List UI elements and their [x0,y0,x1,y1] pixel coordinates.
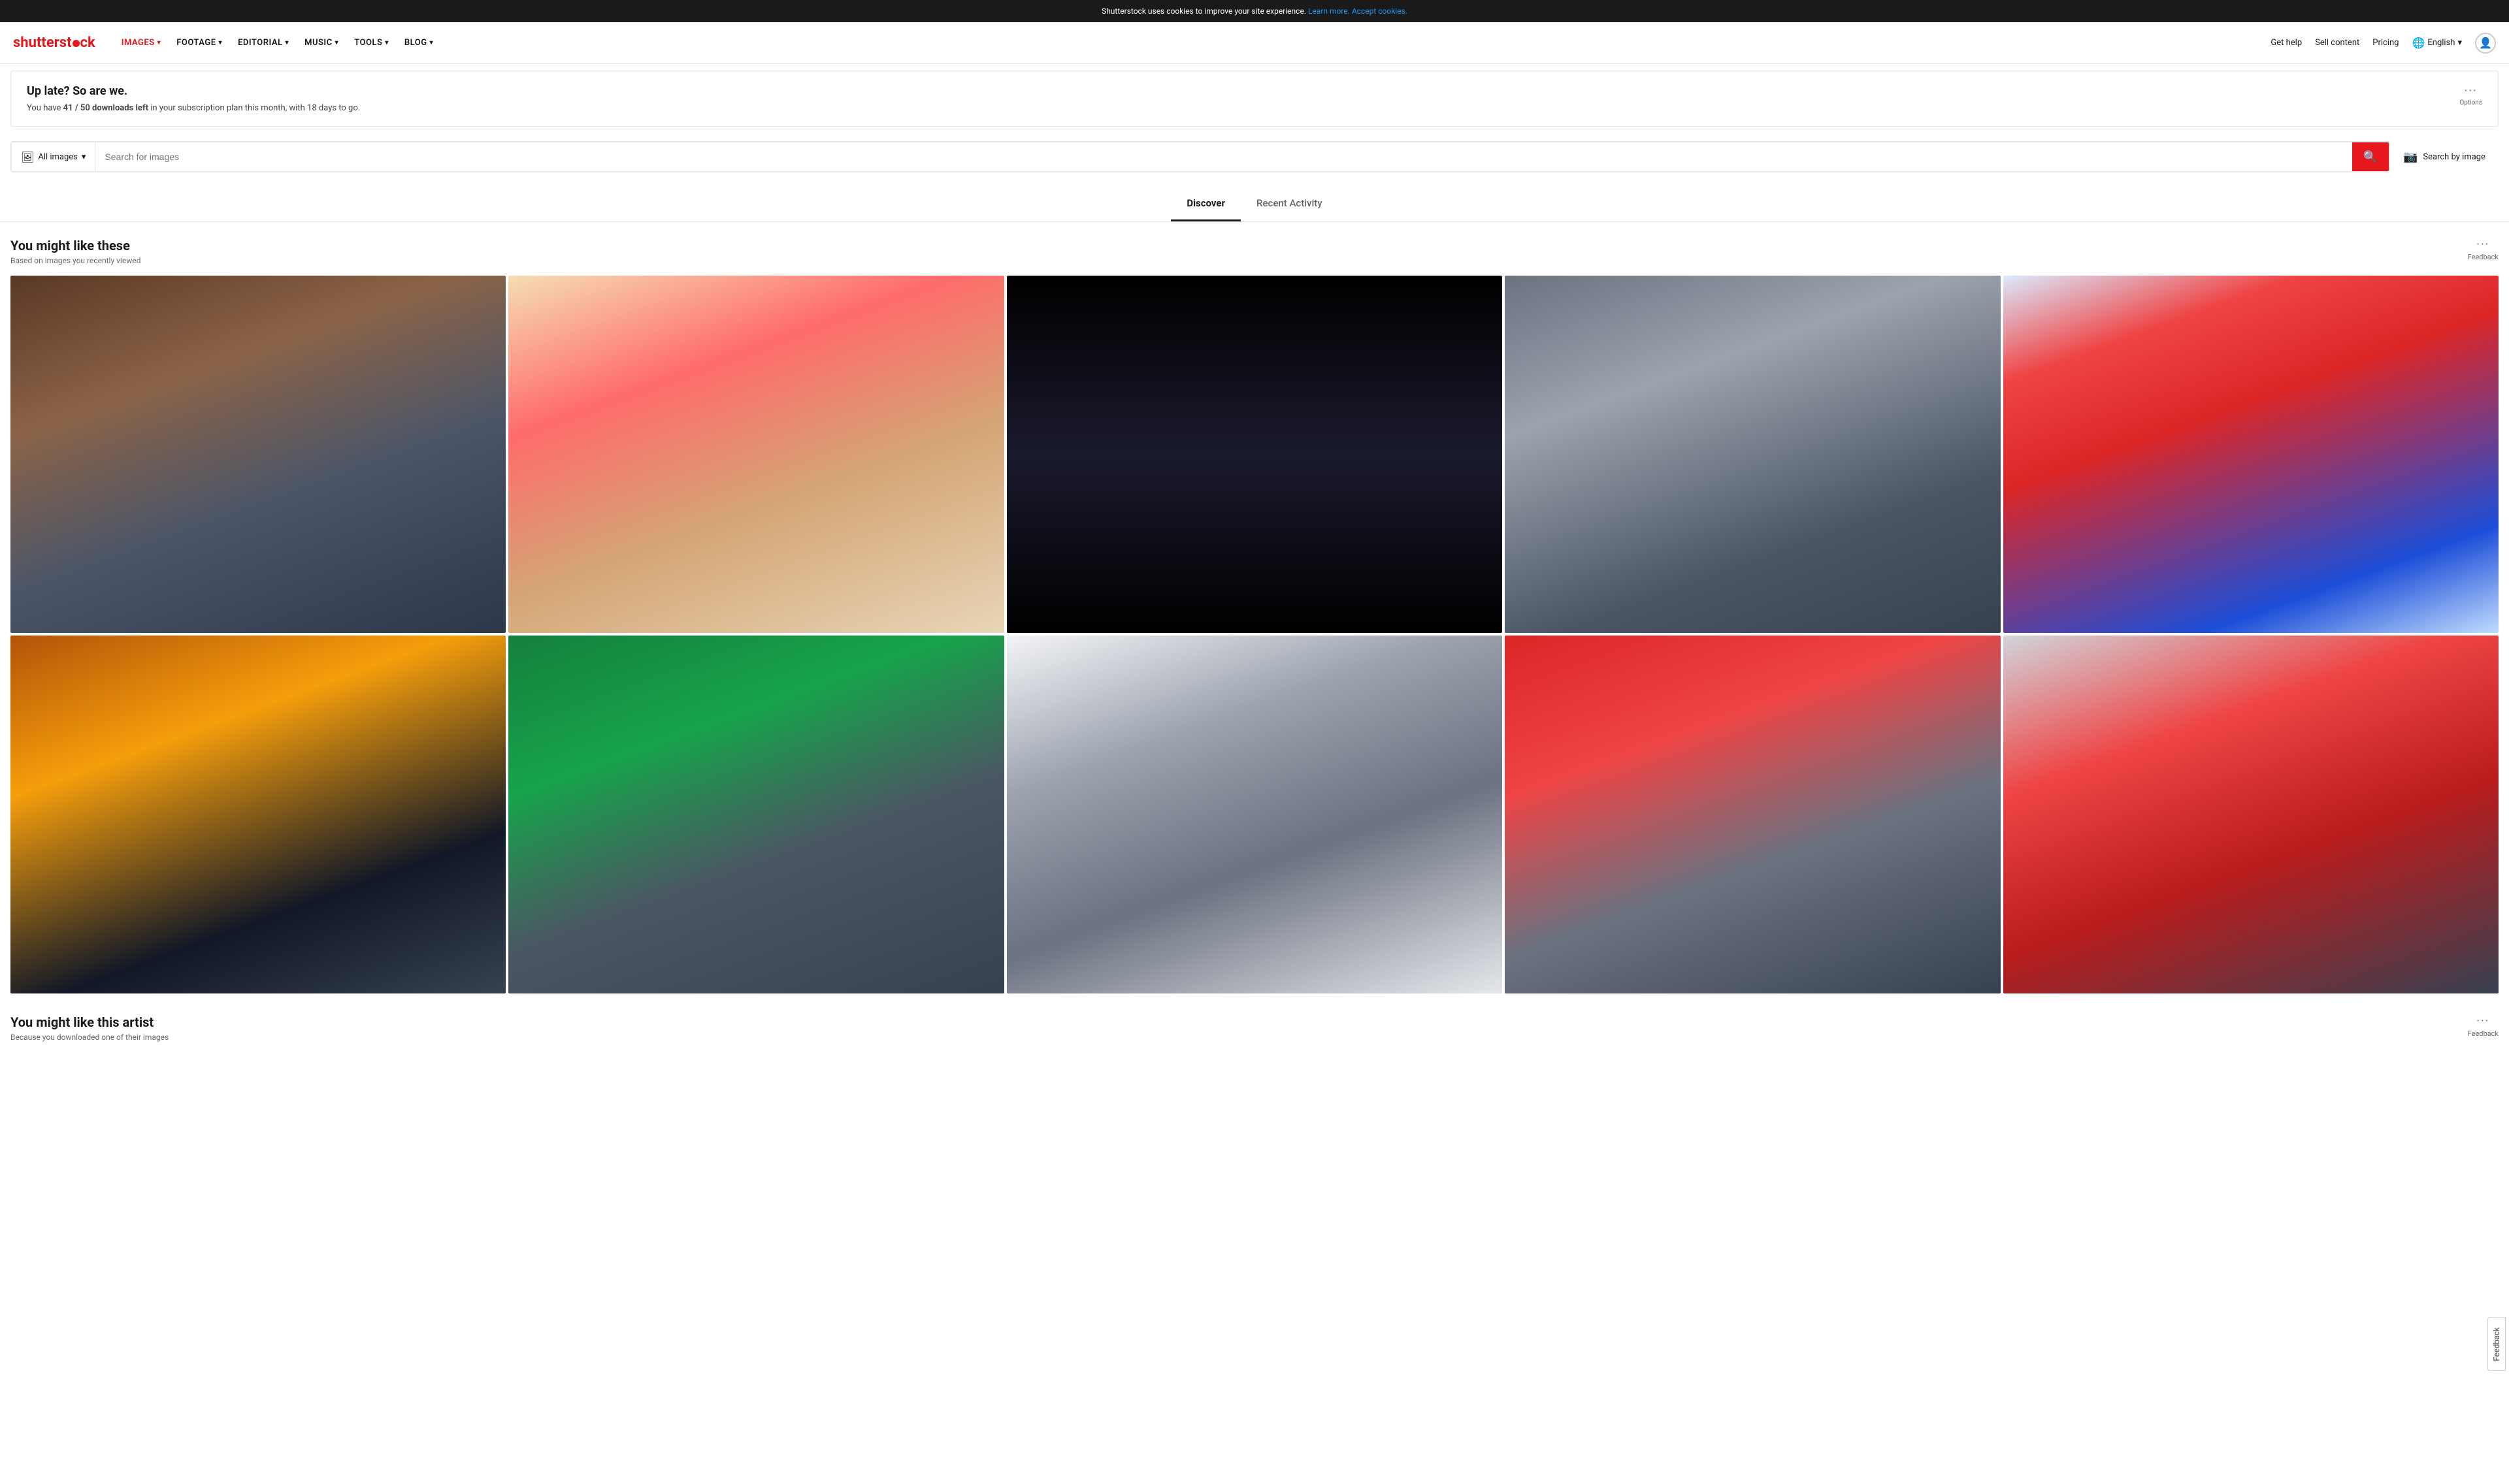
sell-content-link[interactable]: Sell content [2315,38,2359,48]
search-bar: 🖼 All images ▾ 🔍 [10,141,2390,172]
tab-recent-activity[interactable]: Recent Activity [1241,187,1338,221]
ellipsis-icon: ··· [2476,238,2489,251]
list-item[interactable] [10,636,506,993]
user-account-button[interactable]: 👤 [2475,33,2496,54]
section1-subtitle: Based on images you recently viewed [10,256,140,265]
nav-images[interactable]: IMAGES ▾ [115,33,167,53]
section2-title-group: You might like this artist Because you d… [10,1014,169,1042]
search-type-dropdown[interactable]: 🖼 All images ▾ [12,142,95,171]
notification-banner: Up late? So are we. You have 41 / 50 dow… [10,71,2499,127]
tab-discover[interactable]: Discover [1171,187,1241,221]
nav-editorial[interactable]: EDITORIAL ▾ [231,33,295,53]
language-selector[interactable]: 🌐 English ▾ [2412,37,2462,49]
chevron-down-icon: ▾ [157,39,161,46]
ellipsis-icon: ··· [2465,84,2478,98]
chevron-down-icon: ▾ [82,152,86,162]
section1-title-group: You might like these Based on images you… [10,238,140,265]
nav-tools[interactable]: TOOLS ▾ [348,33,395,53]
list-item[interactable] [508,636,1004,993]
downloads-remaining: 41 / 50 downloads left [63,103,148,113]
notification-content: Up late? So are we. You have 41 / 50 dow… [27,84,360,113]
get-help-link[interactable]: Get help [2271,38,2302,48]
globe-icon: 🌐 [2412,37,2425,49]
main-content: You might like these Based on images you… [0,222,2509,1068]
notification-title: Up late? So are we. [27,84,360,98]
list-item[interactable] [2003,276,2499,633]
logo[interactable]: shutterstck [13,35,95,51]
search-section: 🖼 All images ▾ 🔍 📷 Search by image [0,133,2509,180]
section1-title: You might like these [10,238,140,253]
camera-icon: 📷 [2403,150,2418,164]
search-submit-button[interactable]: 🔍 [2352,142,2389,171]
cookie-text: Shutterstock uses cookies to improve you… [1102,7,1306,16]
image-icon: 🖼 [21,151,34,163]
list-item[interactable] [508,276,1004,633]
image-grid-row2 [10,636,2499,993]
tabs-section: Discover Recent Activity [0,187,2509,222]
search-by-image-button[interactable]: 📷 Search by image [2390,150,2499,164]
nav-footage[interactable]: FOOTAGE ▾ [170,33,229,53]
chevron-down-icon: ▾ [430,39,434,46]
header: shutterstck IMAGES ▾ FOOTAGE ▾ EDITORIAL… [0,22,2509,64]
ellipsis-icon: ··· [2476,1014,2489,1028]
nav-blog[interactable]: BLOG ▾ [398,33,440,53]
pricing-link[interactable]: Pricing [2372,38,2399,48]
user-icon: 👤 [2479,37,2492,49]
section2-subtitle: Because you downloaded one of their imag… [10,1033,169,1042]
search-input[interactable] [95,142,2352,171]
main-nav: IMAGES ▾ FOOTAGE ▾ EDITORIAL ▾ MUSIC ▾ T… [115,33,2271,53]
notification-body: You have 41 / 50 downloads left in your … [27,103,360,113]
cookie-banner: Shutterstock uses cookies to improve you… [0,0,2509,22]
options-button[interactable]: ··· Options [2459,84,2482,106]
chevron-down-icon: ▾ [219,39,223,46]
list-item[interactable] [1505,636,2000,993]
search-icon: 🔍 [2363,150,2378,164]
section2-header: You might like this artist Because you d… [10,1014,2499,1042]
learn-more-link[interactable]: Learn more. [1308,7,1350,16]
list-item[interactable] [10,276,506,633]
section2: You might like this artist Because you d… [10,1014,2499,1042]
chevron-down-icon: ▾ [335,39,339,46]
logo-text: shutterstck [13,35,95,51]
section2-feedback-button[interactable]: ··· Feedback [2468,1014,2499,1038]
accept-cookies-link[interactable]: Accept cookies. [1352,7,1407,16]
nav-music[interactable]: MUSIC ▾ [298,33,345,53]
list-item[interactable] [1007,636,1502,993]
section1-header: You might like these Based on images you… [10,238,2499,265]
list-item[interactable] [1007,276,1502,633]
section2-title: You might like this artist [10,1014,169,1030]
header-right: Get help Sell content Pricing 🌐 English … [2271,33,2496,54]
chevron-down-icon: ▾ [385,39,389,46]
chevron-down-icon: ▾ [2457,38,2462,48]
section1-feedback-button[interactable]: ··· Feedback [2468,238,2499,261]
feedback-fixed-button[interactable]: Feedback [2487,1317,2506,1371]
image-grid-row1 [10,276,2499,633]
list-item[interactable] [1505,276,2000,633]
chevron-down-icon: ▾ [286,39,289,46]
list-item[interactable] [2003,636,2499,993]
